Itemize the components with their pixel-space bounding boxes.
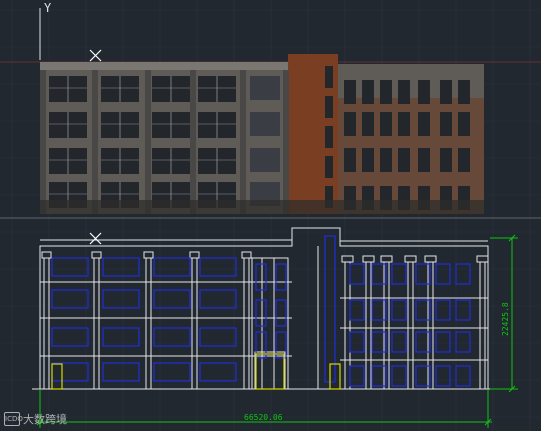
- facade-pier: [40, 70, 46, 214]
- window-outline: [391, 263, 407, 285]
- facade-window: [325, 126, 333, 148]
- central-bay: [251, 257, 289, 390]
- dimension-vertical-text[interactable]: 22425.8: [501, 302, 510, 336]
- window-outline: [435, 331, 451, 353]
- facade-window: [458, 80, 470, 104]
- window-outline: [153, 257, 191, 277]
- window-outline: [455, 299, 471, 321]
- column-capital: [476, 255, 489, 263]
- window-outline: [349, 331, 365, 353]
- facade-base: [40, 200, 484, 214]
- window-outline: [435, 365, 451, 387]
- facade-window: [440, 80, 452, 104]
- column-capital: [380, 255, 393, 263]
- column-capital: [404, 255, 417, 263]
- window-outline: [255, 263, 267, 291]
- facade-window: [440, 112, 452, 136]
- ucs-y-label: Y: [44, 1, 52, 15]
- window-outline: [455, 331, 471, 353]
- watermark: ICDO 大数跨境: [4, 411, 67, 427]
- facade-window: [344, 112, 356, 136]
- facade-pier: [283, 70, 289, 214]
- dimension-horizontal-text[interactable]: 66520.06: [244, 413, 283, 422]
- facade-window: [458, 148, 470, 172]
- door-outline: [255, 353, 285, 390]
- window-outline: [51, 257, 89, 277]
- window-outline: [199, 289, 237, 309]
- facade-window: [344, 148, 356, 172]
- facade-pier: [92, 70, 98, 214]
- facade-window: [250, 112, 280, 136]
- window-outline: [102, 289, 140, 309]
- watermark-logo-icon: ICDO: [4, 412, 23, 426]
- point-cloud-facade: [40, 54, 484, 214]
- column-capital: [362, 255, 375, 263]
- door-outline: [51, 363, 63, 390]
- tower-window-strip: [324, 235, 336, 383]
- facade-window: [380, 148, 392, 172]
- facade-pier: [240, 70, 246, 214]
- window-outline: [455, 263, 471, 285]
- column-capital: [341, 255, 354, 263]
- facade-pier: [145, 70, 151, 214]
- facade-window: [398, 148, 410, 172]
- facade-window: [325, 96, 333, 118]
- crosshair-marker-bottom: [89, 232, 102, 245]
- facade-window: [440, 148, 452, 172]
- window-outline: [455, 365, 471, 387]
- window-outline: [153, 289, 191, 309]
- window-outline: [349, 263, 365, 285]
- window-outline: [349, 299, 365, 321]
- facade-window: [362, 112, 374, 136]
- facade-window: [418, 80, 430, 104]
- facade-window: [325, 156, 333, 178]
- facade-left-parapet: [40, 62, 288, 70]
- facade-window: [362, 80, 374, 104]
- facade-window: [250, 148, 280, 172]
- facade-window: [380, 112, 392, 136]
- window-outline: [51, 362, 89, 382]
- facade-window: [380, 80, 392, 104]
- column-capital: [241, 251, 252, 259]
- window-outline: [51, 289, 89, 309]
- window-outline: [275, 263, 287, 291]
- facade-window: [362, 148, 374, 172]
- window-outline: [349, 365, 365, 387]
- window-outline: [102, 257, 140, 277]
- column-capital: [41, 251, 52, 259]
- window-outline: [102, 362, 140, 382]
- facade-window: [250, 76, 280, 100]
- cad-drawing-canvas[interactable]: Y 22425.8 66520.06: [0, 0, 541, 431]
- window-outline: [391, 365, 407, 387]
- facade-window: [325, 66, 333, 88]
- elevation-line-drawing: [32, 227, 492, 390]
- window-outline: [199, 362, 237, 382]
- column-capital: [143, 251, 154, 259]
- window-outline: [391, 331, 407, 353]
- window-outline: [435, 299, 451, 321]
- watermark-text: 大数跨境: [23, 413, 67, 426]
- column-capital: [424, 255, 437, 263]
- window-outline: [199, 257, 237, 277]
- facade-pier: [190, 70, 196, 214]
- window-outline: [153, 362, 191, 382]
- window-outline: [435, 263, 451, 285]
- window-outline: [275, 299, 287, 327]
- window-outline: [391, 299, 407, 321]
- column-capital: [91, 251, 102, 259]
- facade-window: [344, 80, 356, 104]
- window-outline: [255, 299, 267, 327]
- column-capital: [189, 251, 200, 259]
- facade-window: [398, 112, 410, 136]
- facade-window: [418, 112, 430, 136]
- dimension-horizontal[interactable]: [36, 389, 492, 428]
- crosshair-marker-top: [89, 49, 102, 62]
- facade-window: [418, 148, 430, 172]
- facade-window: [458, 112, 470, 136]
- facade-window: [398, 80, 410, 104]
